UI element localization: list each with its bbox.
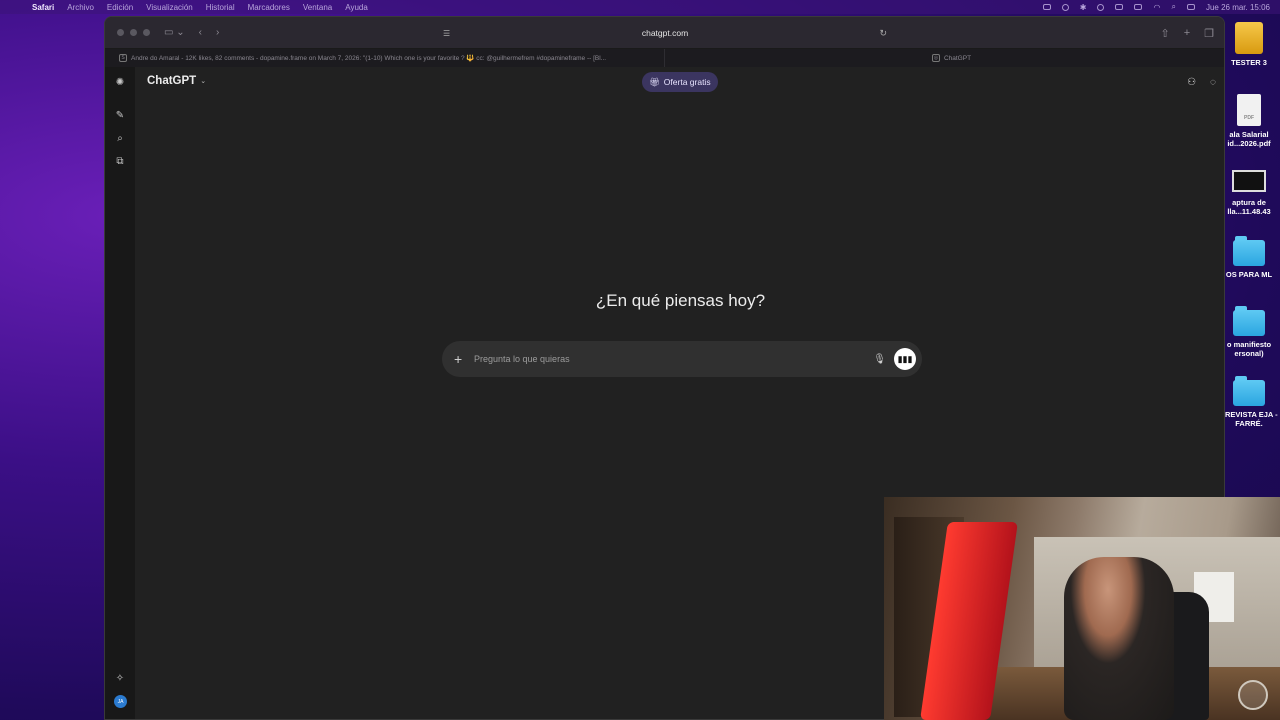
webcam-overlay: [884, 497, 1280, 720]
page-settings-icon[interactable]: ☰: [443, 29, 450, 38]
desktop-item-folder-entrevista[interactable]: TREVISTA EJA - FARRÉ.: [1218, 376, 1280, 428]
status-sync-icon[interactable]: [1061, 3, 1069, 11]
menu-archivo[interactable]: Archivo: [67, 3, 94, 12]
gift-icon: 🎁︎: [649, 76, 660, 87]
status-play-icon[interactable]: [1097, 3, 1105, 11]
menu-ventana[interactable]: Ventana: [303, 3, 332, 12]
free-offer-button[interactable]: 🎁︎ Oferta gratis: [642, 72, 718, 92]
menu-ayuda[interactable]: Ayuda: [345, 3, 368, 12]
add-people-icon[interactable]: ⚇: [1187, 77, 1196, 88]
header-actions: ⚇ ◌: [1187, 77, 1216, 88]
desktop-item-folder-manifiesto[interactable]: o manifiesto ersonal): [1218, 306, 1280, 358]
toolbar-right: ⇧ + ❐: [1160, 17, 1214, 49]
sidebar: ✺ ✎ ⌕ ⧉ ✧ JA: [105, 67, 135, 719]
webcam-logo-icon: [1238, 680, 1268, 710]
menu-marcadores[interactable]: Marcadores: [248, 3, 290, 12]
composer: + 🎙︎ ▮▮▮: [442, 341, 922, 377]
explore-sparkle-icon[interactable]: ✧: [114, 672, 126, 684]
attach-plus-icon[interactable]: +: [454, 351, 462, 367]
new-chat-icon[interactable]: ✎: [114, 109, 126, 121]
menu-edicion[interactable]: Edición: [107, 3, 133, 12]
drive-icon: [1235, 22, 1263, 54]
wifi-icon[interactable]: ◠: [1153, 3, 1160, 12]
share-icon[interactable]: ⇧: [1160, 27, 1169, 40]
search-spotlight-icon[interactable]: ⌕: [1171, 2, 1175, 12]
reload-icon[interactable]: ↻: [879, 28, 887, 39]
tab-instagram[interactable]: S Andre do Amaral - 12K likes, 82 commen…: [105, 49, 664, 67]
zoom-window-button[interactable]: [143, 29, 150, 36]
avatar[interactable]: JA: [114, 695, 127, 708]
desktop-item-pdf[interactable]: PDF ala Salarial id...2026.pdf: [1218, 94, 1280, 148]
menu-status-area: ✱ ◠ ⌕ Jue 26 mar. 15:06: [1042, 0, 1270, 14]
microphone-icon[interactable]: 🎙︎: [873, 354, 886, 365]
menu-app-name[interactable]: Safari: [32, 3, 54, 12]
folder-icon: [1233, 376, 1265, 406]
desktop-item-label: TREVISTA EJA - FARRÉ.: [1220, 410, 1278, 428]
browser-toolbar: ▭ ⌄ ‹ › ☰ chatgpt.com ↻ ⇧ + ❐: [105, 17, 1224, 49]
webcam-person: [1064, 557, 1174, 720]
window-controls: [117, 29, 150, 36]
menu-datetime[interactable]: Jue 26 mar. 15:06: [1206, 3, 1270, 12]
desktop-item-label: TESTER 3: [1231, 58, 1267, 67]
library-icon[interactable]: ⧉: [114, 155, 126, 167]
tab-bar: S Andre do Amaral - 12K likes, 82 commen…: [105, 49, 1224, 67]
bluetooth-icon[interactable]: ✱: [1080, 3, 1087, 12]
desktop-item-label: o manifiesto ersonal): [1226, 340, 1272, 358]
address-url[interactable]: chatgpt.com: [642, 28, 688, 38]
tab-chatgpt[interactable]: ◎ ChatGPT: [664, 49, 1224, 67]
search-icon[interactable]: ⌕: [114, 132, 126, 144]
desktop-item-screenshot[interactable]: aptura de lla...11.48.43: [1218, 170, 1280, 216]
pdf-icon: PDF: [1237, 94, 1261, 126]
desktop-item-label: ala Salarial id...2026.pdf: [1227, 130, 1271, 148]
openai-logo-icon[interactable]: ✺: [114, 76, 126, 88]
screenshot-icon: [1232, 170, 1266, 192]
desktop-item-tester[interactable]: TESTER 3: [1218, 22, 1280, 67]
desktop-item-label: OS PARA ML: [1225, 270, 1273, 279]
battery-icon[interactable]: [1134, 4, 1143, 10]
tab-favicon: S: [119, 54, 127, 62]
tab-overview-icon[interactable]: ❐: [1204, 27, 1214, 40]
prompt-input[interactable]: [474, 351, 854, 367]
minimize-window-button[interactable]: [130, 29, 137, 36]
page-title: ¿En qué piensas hoy?: [595, 291, 766, 310]
voice-mode-button[interactable]: ▮▮▮: [894, 348, 916, 370]
back-icon[interactable]: ‹: [199, 27, 202, 38]
forward-icon[interactable]: ›: [216, 27, 219, 38]
temporary-chat-icon[interactable]: ◌: [1210, 77, 1216, 88]
model-label: ChatGPT: [147, 75, 197, 87]
address-bar[interactable]: ☰ chatgpt.com ↻: [435, 24, 895, 42]
close-window-button[interactable]: [117, 29, 124, 36]
menu-bar: Safari Archivo Edición Visualización His…: [0, 0, 1280, 14]
sidebar-toggle-icon[interactable]: ▭ ⌄: [164, 27, 185, 38]
chatgpt-favicon-icon: ◎: [931, 54, 940, 62]
menu-visualizacion[interactable]: Visualización: [146, 3, 193, 12]
desktop-item-label: aptura de lla...11.48.43: [1227, 198, 1271, 216]
control-center-icon[interactable]: [1186, 4, 1195, 10]
menu-historial[interactable]: Historial: [206, 3, 235, 12]
folder-icon: [1233, 306, 1265, 336]
status-display-icon[interactable]: [1115, 4, 1124, 10]
desktop-item-folder-ml[interactable]: OS PARA ML: [1218, 236, 1280, 279]
chevron-down-icon: ⌄: [200, 78, 207, 85]
model-selector[interactable]: ChatGPT ⌄: [147, 75, 206, 87]
folder-icon: [1233, 236, 1265, 266]
offer-label: Oferta gratis: [663, 77, 711, 87]
new-tab-icon[interactable]: +: [1184, 27, 1190, 39]
status-cast-icon[interactable]: [1042, 4, 1051, 10]
tab-title: ChatGPT: [943, 54, 972, 62]
tab-title: Andre do Amaral - 12K likes, 82 comments…: [131, 55, 607, 62]
